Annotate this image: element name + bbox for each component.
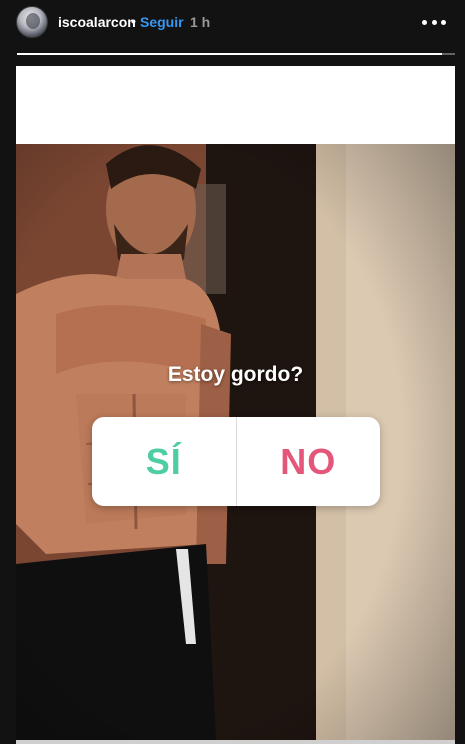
dot-icon: [422, 19, 427, 25]
more-options-icon[interactable]: [422, 14, 446, 30]
dot-icon: [441, 19, 446, 25]
avatar-image: [26, 13, 40, 29]
separator-dot: •: [131, 13, 136, 29]
story-media[interactable]: Estoy gordo? SÍ NO: [16, 66, 455, 740]
poll-sticker: SÍ NO: [92, 417, 380, 506]
follow-button[interactable]: Seguir: [140, 14, 184, 30]
avatar[interactable]: [16, 6, 48, 38]
media-top-band: [16, 66, 455, 144]
story-progress-fill: [17, 53, 442, 55]
poll-question: Estoy gordo?: [167, 363, 304, 386]
post-time: 1 h: [190, 14, 211, 30]
next-story-peek: [16, 740, 455, 744]
story-progress-bar: [17, 53, 455, 55]
poll-option-no[interactable]: NO: [237, 417, 381, 506]
username-link[interactable]: iscoalarcon: [58, 14, 136, 30]
story-header: iscoalarcon • Seguir 1 h: [0, 0, 465, 46]
story-viewer: iscoalarcon • Seguir 1 h Estoy gordo? SÍ…: [0, 0, 465, 744]
dot-icon: [431, 19, 437, 25]
story-photo: Estoy gordo? SÍ NO: [16, 144, 455, 740]
poll-option-yes[interactable]: SÍ: [92, 417, 236, 506]
